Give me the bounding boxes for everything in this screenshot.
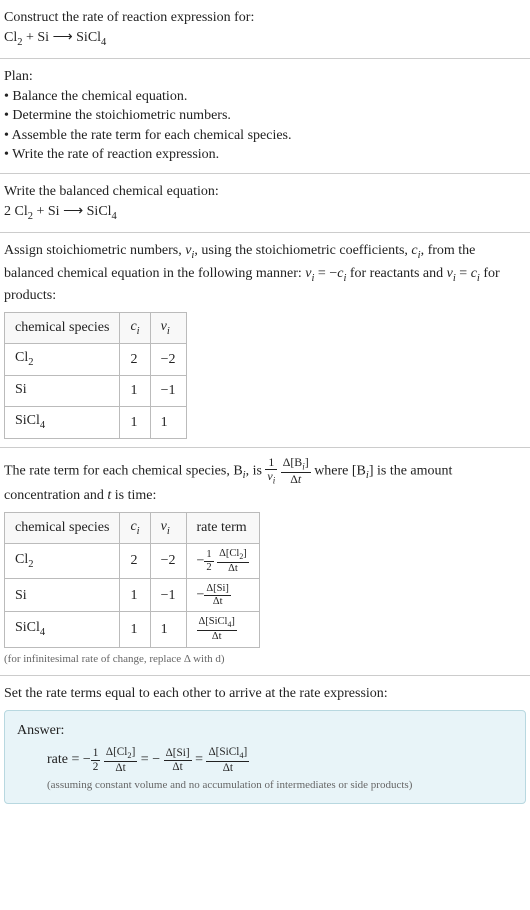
prompt-section: Construct the rate of reaction expressio… (0, 0, 530, 59)
rateterm-section: The rate term for each chemical species,… (0, 448, 530, 676)
col-rateterm: rate term (186, 512, 259, 543)
balanced-title: Write the balanced chemical equation: (4, 182, 526, 202)
rateterm-table: chemical species ci νi rate term Cl2 2 −… (4, 512, 260, 648)
final-section: Set the rate terms equal to each other t… (0, 676, 530, 812)
col-ci: ci (120, 512, 150, 543)
table-row: SiCl4 1 1 Δ[SiCl4]Δt (5, 612, 260, 647)
table-header-row: chemical species ci νi rate term (5, 512, 260, 543)
answer-title: Answer: (17, 721, 513, 741)
answer-box: Answer: rate = −12 Δ[Cl2]Δt = − Δ[Si]Δt … (4, 710, 526, 805)
table-row: SiCl4 1 1 (5, 407, 187, 438)
plan-item: • Determine the stoichiometric numbers. (4, 106, 526, 126)
table-row: Cl2 2 −2 −12 Δ[Cl2]Δt (5, 543, 260, 578)
col-ci: ci (120, 312, 150, 343)
col-species: chemical species (5, 512, 120, 543)
rateterm-note: (for infinitesimal rate of change, repla… (4, 652, 526, 667)
fraction: Δ[Bi]Δt (281, 456, 311, 486)
prompt-title: Construct the rate of reaction expressio… (4, 8, 526, 28)
plan-section: Plan: • Balance the chemical equation. •… (0, 59, 530, 174)
product-sicl4: SiCl4 (73, 30, 107, 45)
answer-equation: rate = −12 Δ[Cl2]Δt = − Δ[Si]Δt = Δ[SiCl… (47, 746, 513, 774)
prompt-equation: Cl2 + Si ⟶ SiCl4 (4, 28, 526, 50)
rateterm-intro: The rate term for each chemical species,… (4, 456, 526, 506)
arrow-icon: ⟶ (53, 30, 73, 45)
answer-note: (assuming constant volume and no accumul… (47, 778, 513, 793)
balanced-section: Write the balanced chemical equation: 2 … (0, 174, 530, 233)
table-row: Si 1 −1 −Δ[Si]Δt (5, 579, 260, 612)
final-title: Set the rate terms equal to each other t… (4, 684, 526, 704)
table-row: Si 1 −1 (5, 375, 187, 406)
arrow-icon: ⟶ (63, 204, 83, 219)
plan-item: • Assemble the rate term for each chemic… (4, 126, 526, 146)
plan-item: • Balance the chemical equation. (4, 87, 526, 107)
plan-item: • Write the rate of reaction expression. (4, 145, 526, 165)
balanced-equation: 2 Cl2 + Si ⟶ SiCl4 (4, 202, 526, 224)
col-nui: νi (150, 512, 186, 543)
table-row: Cl2 2 −2 (5, 344, 187, 375)
plan-title: Plan: (4, 67, 526, 87)
col-species: chemical species (5, 312, 120, 343)
reactant-cl2: Cl2 (4, 30, 22, 45)
fraction: 1νi (265, 456, 277, 486)
table-header-row: chemical species ci νi (5, 312, 187, 343)
stoich-section: Assign stoichiometric numbers, νi, using… (0, 233, 530, 448)
stoich-intro: Assign stoichiometric numbers, νi, using… (4, 241, 526, 306)
col-nui: νi (150, 312, 186, 343)
stoich-table: chemical species ci νi Cl2 2 −2 Si 1 −1 … (4, 312, 187, 439)
